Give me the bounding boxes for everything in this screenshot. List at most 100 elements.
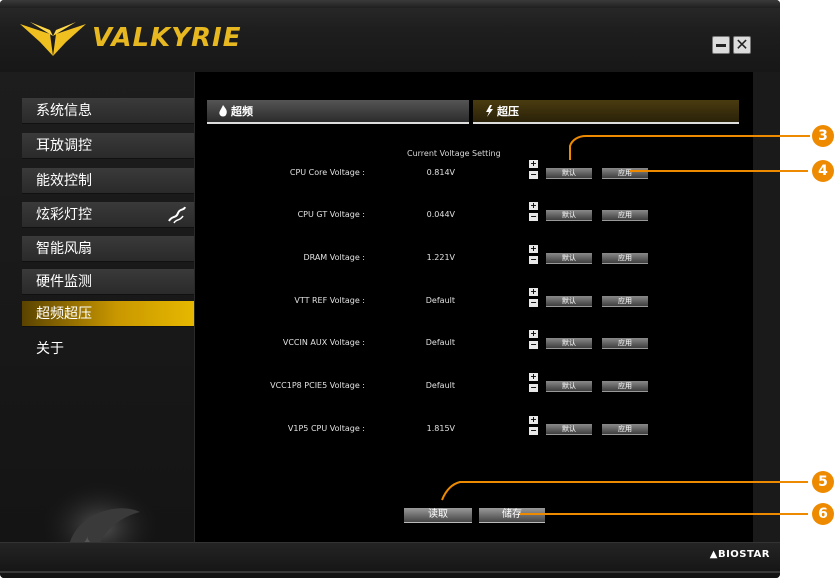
sidebar-item-energy-control[interactable]: 能效控制 bbox=[22, 168, 194, 194]
voltage-label: V1P5 CPU Voltage : bbox=[287, 424, 365, 433]
sidebar-item-label: 系统信息 bbox=[36, 103, 92, 119]
tab-label: 超压 bbox=[497, 105, 519, 118]
callout-badge: 5 bbox=[812, 471, 834, 493]
sidebar-item-label: 硬件监测 bbox=[36, 274, 92, 290]
minus-button[interactable]: − bbox=[529, 256, 538, 264]
minus-button[interactable]: − bbox=[529, 213, 538, 221]
valkyrie-logo: VALKYRIE bbox=[20, 18, 241, 58]
default-button[interactable]: 默认 bbox=[546, 338, 592, 349]
apply-button[interactable]: 应用 bbox=[602, 424, 648, 435]
spark-icon bbox=[486, 105, 493, 117]
minus-button[interactable]: − bbox=[529, 384, 538, 392]
apply-button[interactable]: 应用 bbox=[602, 253, 648, 264]
callout-badge: 6 bbox=[812, 503, 834, 525]
sidebar-item-label: 超频超压 bbox=[36, 306, 92, 322]
sidebar-item-label: 智能风扇 bbox=[36, 241, 92, 257]
voltage-value: Default bbox=[425, 296, 455, 305]
tab-label: 超频 bbox=[231, 105, 253, 118]
default-button[interactable]: 默认 bbox=[546, 296, 592, 307]
stepper: + − bbox=[529, 373, 538, 393]
apply-button[interactable]: 应用 bbox=[602, 338, 648, 349]
app-window: VALKYRIE ✕ 系统信息 耳放调控 能效控制 炫彩灯控 智能风扇 硬件监测… bbox=[0, 0, 780, 578]
voltage-row-vcc1p8-pcie5: VCC1P8 PCIE5 Voltage : Default + − 默认 应用 bbox=[195, 373, 753, 403]
voltage-label: VCC1P8 PCIE5 Voltage : bbox=[270, 381, 365, 390]
apply-button[interactable]: 应用 bbox=[602, 168, 648, 179]
voltage-value: 1.221V bbox=[426, 253, 455, 262]
plus-button[interactable]: + bbox=[529, 202, 538, 210]
default-button[interactable]: 默认 bbox=[546, 168, 592, 179]
voltage-row-vccin-aux: VCCIN AUX Voltage : Default + − 默认 应用 bbox=[195, 330, 753, 360]
footer-bar: ▲BIOSTAR bbox=[0, 542, 780, 578]
default-button[interactable]: 默认 bbox=[546, 381, 592, 392]
stepper: + − bbox=[529, 288, 538, 308]
voltage-row-vtt-ref: VTT REF Voltage : Default + − 默认 应用 bbox=[195, 288, 753, 318]
save-button[interactable]: 储存 bbox=[479, 508, 545, 523]
sidebar-item-label: 耳放调控 bbox=[36, 138, 92, 154]
voltage-row-v1p5-cpu: V1P5 CPU Voltage : 1.815V + − 默认 应用 bbox=[195, 416, 753, 446]
voltage-row-cpu-core: CPU Core Voltage : 0.814V + − 默认 应用 bbox=[195, 160, 753, 190]
sidebar-item-rgb-lighting[interactable]: 炫彩灯控 bbox=[22, 202, 194, 228]
voltage-row-dram: DRAM Voltage : 1.221V + − 默认 应用 bbox=[195, 245, 753, 275]
main-panel: 超频 超压 Current Voltage Setting CPU Core V… bbox=[194, 72, 753, 542]
sidebar-item-label: 炫彩灯控 bbox=[36, 207, 92, 223]
tab-overvolt[interactable]: 超压 bbox=[473, 100, 739, 124]
voltage-value: Default bbox=[425, 338, 455, 347]
wings-logo-icon bbox=[20, 22, 86, 56]
plus-button[interactable]: + bbox=[529, 288, 538, 296]
voltage-value: 1.815V bbox=[426, 424, 455, 433]
voltage-value: 0.814V bbox=[426, 168, 455, 177]
plus-button[interactable]: + bbox=[529, 416, 538, 424]
title-bar-edge bbox=[0, 0, 780, 8]
stepper: + − bbox=[529, 330, 538, 350]
minus-button[interactable]: − bbox=[529, 427, 538, 435]
sidebar-item-headphone-control[interactable]: 耳放调控 bbox=[22, 133, 194, 159]
default-button[interactable]: 默认 bbox=[546, 424, 592, 435]
tab-overclock[interactable]: 超频 bbox=[207, 100, 469, 124]
minus-button[interactable]: − bbox=[529, 341, 538, 349]
voltage-label: CPU GT Voltage : bbox=[297, 210, 365, 219]
sidebar-item-hardware-monitor[interactable]: 硬件监测 bbox=[22, 269, 194, 295]
sidebar-item-label: 能效控制 bbox=[36, 173, 92, 189]
default-button[interactable]: 默认 bbox=[546, 253, 592, 264]
read-button[interactable]: 读取 bbox=[404, 508, 472, 523]
sidebar-item-label: 关于 bbox=[36, 341, 64, 357]
stepper: + − bbox=[529, 245, 538, 265]
logo-text: VALKYRIE bbox=[92, 23, 242, 53]
plus-button[interactable]: + bbox=[529, 330, 538, 338]
footer-divider bbox=[0, 571, 780, 573]
voltage-value: 0.044V bbox=[426, 210, 455, 219]
sidebar-item-smart-fan[interactable]: 智能风扇 bbox=[22, 236, 194, 262]
stepper: + − bbox=[529, 416, 538, 436]
voltage-row-cpu-gt: CPU GT Voltage : 0.044V + − 默认 应用 bbox=[195, 202, 753, 232]
plus-button[interactable]: + bbox=[529, 373, 538, 381]
sidebar: 系统信息 耳放调控 能效控制 炫彩灯控 智能风扇 硬件监测 超频超压 关于 ✦ bbox=[0, 72, 194, 572]
title-bar: VALKYRIE ✕ bbox=[0, 0, 780, 72]
voltage-value: Default bbox=[425, 381, 455, 390]
apply-button[interactable]: 应用 bbox=[602, 381, 648, 392]
default-button[interactable]: 默认 bbox=[546, 210, 592, 221]
sidebar-item-about[interactable]: 关于 bbox=[22, 336, 194, 362]
callout-badge: 4 bbox=[812, 160, 834, 182]
sidebar-item-overclock-overvolt[interactable]: 超频超压 bbox=[22, 301, 194, 327]
stepper: + − bbox=[529, 202, 538, 222]
plus-button[interactable]: + bbox=[529, 160, 538, 168]
close-button[interactable]: ✕ bbox=[733, 36, 751, 54]
plus-button[interactable]: + bbox=[529, 245, 538, 253]
tab-bar: 超频 超压 bbox=[207, 100, 739, 126]
biostar-logo: ▲BIOSTAR bbox=[709, 549, 770, 560]
minus-button[interactable]: − bbox=[529, 171, 538, 179]
voltage-label: CPU Core Voltage : bbox=[289, 168, 365, 177]
flame-icon bbox=[219, 105, 227, 117]
callout-badge: 3 bbox=[812, 125, 834, 147]
header-current-voltage: Current Voltage bbox=[407, 149, 470, 158]
minus-button[interactable]: − bbox=[529, 299, 538, 307]
minimize-button[interactable] bbox=[712, 36, 730, 54]
voltage-label: DRAM Voltage : bbox=[303, 253, 365, 262]
apply-button[interactable]: 应用 bbox=[602, 296, 648, 307]
razer-snake-icon bbox=[168, 206, 186, 224]
apply-button[interactable]: 应用 bbox=[602, 210, 648, 221]
stepper: + − bbox=[529, 160, 538, 180]
sidebar-item-system-info[interactable]: 系统信息 bbox=[22, 98, 194, 124]
voltage-label: VTT REF Voltage : bbox=[294, 296, 365, 305]
header-setting: Setting bbox=[472, 149, 501, 158]
